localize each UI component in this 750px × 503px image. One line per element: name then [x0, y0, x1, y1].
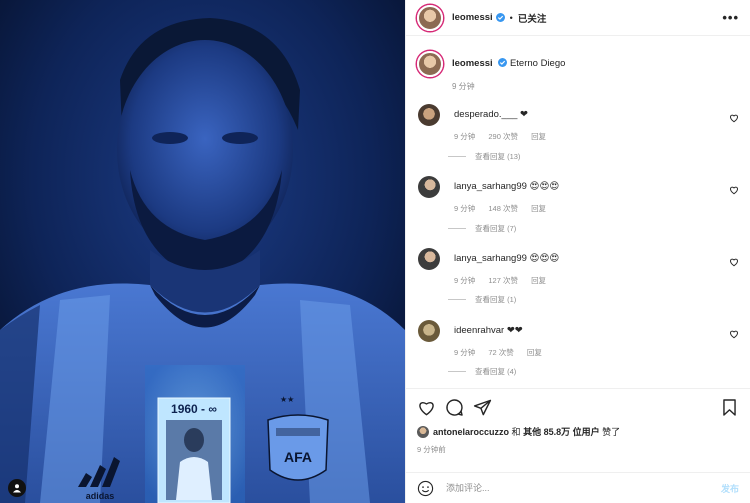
commenter-username[interactable]: desperado.___: [454, 109, 517, 120]
photo-illustration: 1960 - ∞ adidas ★★ AFA: [0, 0, 405, 503]
comments-list[interactable]: leomessi Eterno Diego 9 分钟 desperado.___…: [406, 37, 750, 387]
comment-time: 9 分钟: [454, 204, 476, 213]
like-comment-heart-icon[interactable]: [729, 185, 739, 195]
commenter-avatar[interactable]: [418, 104, 440, 126]
save-bookmark-icon[interactable]: [720, 398, 739, 417]
likes-summary[interactable]: antonelaroccuzzo 和 其他 85.8万 位用户 赞了: [417, 425, 739, 438]
like-comment-heart-icon[interactable]: [729, 329, 739, 339]
svg-text:adidas: adidas: [86, 491, 115, 501]
view-replies-label[interactable]: 查看回复 (13): [475, 151, 520, 162]
reply-button[interactable]: 回复: [531, 276, 546, 285]
commenter-username[interactable]: ideenrahvar: [454, 325, 504, 336]
like-comment-heart-icon[interactable]: [729, 257, 739, 267]
commenter-avatar[interactable]: [418, 176, 440, 198]
view-replies-label[interactable]: 查看回复 (1): [475, 294, 516, 305]
comment-likes[interactable]: 72 次赞: [488, 348, 513, 357]
add-comment-bar: 发布: [406, 472, 750, 503]
likes-and: 和: [511, 427, 521, 437]
card-years-text: 1960 - ∞: [171, 402, 217, 416]
post-timestamp: 9 分钟前: [417, 445, 446, 454]
post-details-panel: leomessi • 已关注 ••• leomessi Eterno Diego: [405, 0, 750, 503]
replies-divider: [448, 228, 466, 229]
verified-badge-icon: [495, 13, 505, 22]
liker-username[interactable]: antonelaroccuzzo: [433, 427, 509, 437]
comment-time: 9 分钟: [454, 348, 476, 357]
commenter-username[interactable]: lanya_sarhang99: [454, 253, 527, 264]
comment-bubble-icon[interactable]: [445, 398, 464, 417]
comment-likes[interactable]: 290 次赞: [488, 132, 518, 141]
verified-badge-icon: [498, 58, 508, 67]
following-button[interactable]: 已关注: [518, 11, 547, 25]
share-paper-plane-icon[interactable]: [473, 398, 492, 417]
tagged-users-button[interactable]: [8, 479, 26, 497]
commenter-avatar[interactable]: [418, 248, 440, 270]
post-caption: leomessi Eterno Diego 9 分钟: [417, 51, 739, 92]
comment-time: 9 分钟: [454, 276, 476, 285]
like-heart-icon[interactable]: [417, 398, 436, 417]
likes-count[interactable]: 其他 85.8万 位用户: [523, 425, 600, 438]
liker-avatar[interactable]: [417, 425, 429, 438]
view-replies-button[interactable]: 查看回复 (13): [448, 151, 520, 162]
post-photo[interactable]: 1960 - ∞ adidas ★★ AFA: [0, 0, 405, 503]
replies-divider: [448, 299, 466, 300]
author-username[interactable]: leomessi: [452, 12, 493, 23]
header-separator: •: [509, 12, 513, 23]
caption-time: 9 分钟: [452, 82, 475, 91]
caption-username[interactable]: leomessi: [452, 58, 493, 69]
user-icon: [13, 484, 21, 493]
reply-button[interactable]: 回复: [531, 132, 546, 141]
comment-text: ❤: [520, 109, 528, 120]
comment-item: lanya_sarhang99 😍😍😍 9 分钟 148 次赞 回复: [417, 176, 739, 214]
comment-item: ideenrahvar ❤❤ 9 分钟 72 次赞 回复: [417, 320, 739, 358]
likes-suffix: 赞了: [602, 427, 621, 437]
emoji-smiley-icon[interactable]: [417, 480, 434, 497]
caption-author-avatar[interactable]: [417, 51, 443, 77]
post-comment-button[interactable]: 发布: [721, 482, 739, 495]
instagram-post-modal: 1960 - ∞ adidas ★★ AFA leomessi • 已关注 ••…: [0, 0, 750, 503]
replies-divider: [448, 156, 466, 157]
reply-button[interactable]: 回复: [527, 348, 542, 357]
comment-text: ❤❤: [506, 325, 523, 336]
view-replies-label[interactable]: 查看回复 (4): [475, 366, 516, 377]
commenter-avatar[interactable]: [418, 320, 440, 342]
comment-likes[interactable]: 127 次赞: [488, 276, 518, 285]
comment-likes[interactable]: 148 次赞: [488, 204, 518, 213]
commenter-username[interactable]: lanya_sarhang99: [454, 181, 527, 192]
like-comment-heart-icon[interactable]: [729, 113, 739, 123]
comment-text: 😍😍😍: [529, 181, 560, 192]
caption-text: Eterno Diego: [509, 58, 566, 69]
view-replies-label[interactable]: 查看回复 (7): [475, 223, 516, 234]
more-options-icon[interactable]: •••: [722, 10, 739, 25]
post-actions: antonelaroccuzzo 和 其他 85.8万 位用户 赞了 9 分钟前: [406, 388, 750, 462]
replies-divider: [448, 371, 466, 372]
view-replies-button[interactable]: 查看回复 (1): [448, 294, 516, 305]
comment-item: desperado.___ ❤ 9 分钟 290 次赞 回复: [417, 104, 739, 142]
post-header: leomessi • 已关注 •••: [406, 0, 750, 36]
author-avatar[interactable]: [417, 4, 443, 31]
svg-text:★★: ★★: [280, 395, 294, 404]
comment-item: lanya_sarhang99 😍😍😍 9 分钟 127 次赞 回复: [417, 248, 739, 286]
afa-crest-text: AFA: [284, 449, 312, 465]
view-replies-button[interactable]: 查看回复 (4): [448, 366, 516, 377]
comment-input[interactable]: [446, 483, 721, 493]
comment-text: 😍😍😍: [529, 253, 560, 264]
view-replies-button[interactable]: 查看回复 (7): [448, 223, 516, 234]
comment-time: 9 分钟: [454, 132, 476, 141]
reply-button[interactable]: 回复: [531, 204, 546, 213]
